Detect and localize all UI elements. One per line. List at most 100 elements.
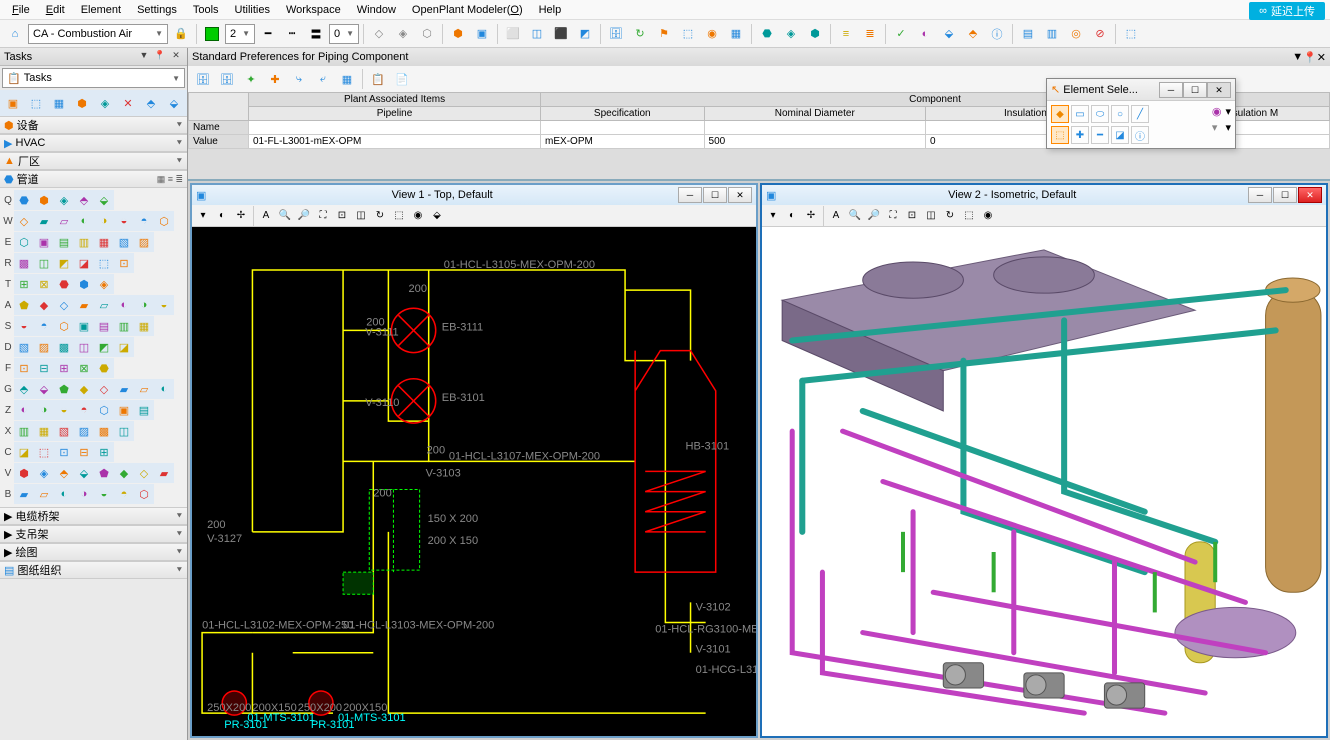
menu-tools[interactable]: Tools: [185, 2, 227, 18]
pref-close-icon[interactable]: ✕: [1317, 51, 1326, 64]
v2t4[interactable]: A: [827, 207, 845, 225]
v2t6[interactable]: 🔎: [865, 207, 883, 225]
palette-item[interactable]: ⬚: [34, 442, 54, 462]
home-icon[interactable]: ⌂: [4, 23, 26, 45]
tb-q[interactable]: ⬙: [938, 23, 960, 45]
v2t5[interactable]: 🔍: [846, 207, 864, 225]
pt2-icon[interactable]: 🗄: [216, 68, 238, 90]
pt6-icon[interactable]: ⤶: [312, 68, 334, 90]
palette-item[interactable]: ⊠: [74, 358, 94, 378]
line-style[interactable]: ━: [257, 23, 279, 45]
palette-item[interactable]: ◆: [34, 295, 54, 315]
tb-b[interactable]: ◈: [392, 23, 414, 45]
palette-item[interactable]: ◒: [154, 295, 174, 315]
palette-item[interactable]: ◫: [114, 421, 134, 441]
acc-cable[interactable]: ▶ 电缆桥架⯆: [0, 507, 187, 525]
palette-item[interactable]: ◩: [94, 337, 114, 357]
tb-r[interactable]: ⬘: [962, 23, 984, 45]
palette-item[interactable]: ▰: [114, 379, 134, 399]
menu-openplant[interactable]: OpenPlant Modeler(O): [404, 2, 531, 18]
view1-titlebar[interactable]: ▣ View 1 - Top, Default ─ ☐ ✕: [192, 185, 756, 205]
color-swatch[interactable]: [201, 23, 223, 45]
cube1-icon[interactable]: ⬜: [502, 23, 524, 45]
v2t10[interactable]: ↻: [941, 207, 959, 225]
palette-item[interactable]: ⊟: [34, 358, 54, 378]
palette-item[interactable]: ⬟: [14, 295, 34, 315]
palette-item[interactable]: ◪: [74, 253, 94, 273]
upload-badge[interactable]: ∞延迟上传: [1249, 2, 1325, 20]
palette-item[interactable]: ▦: [94, 232, 114, 252]
palette-item[interactable]: ◪: [114, 337, 134, 357]
info-icon[interactable]: ⓘ: [986, 23, 1008, 45]
sel-box-icon[interactable]: ▭: [1071, 105, 1089, 123]
palette-item[interactable]: ◐: [14, 400, 34, 420]
cube4-icon[interactable]: ◩: [574, 23, 596, 45]
palette-item[interactable]: ▤: [54, 232, 74, 252]
q7-icon[interactable]: ⬘: [140, 92, 162, 114]
acc-devices[interactable]: ⬢ 设备⯆: [0, 116, 187, 134]
sel-line-icon[interactable]: ⬭: [1091, 105, 1109, 123]
q6-icon[interactable]: ✕: [117, 92, 139, 114]
palette-item[interactable]: ⬡: [154, 211, 174, 231]
tb-m[interactable]: ≡: [835, 23, 857, 45]
element-selection-window[interactable]: ↖ Element Sele... ─ ☐ ✕ ◆ ▭ ⬭ ○ ╱ ⬚ ✚ ━ …: [1046, 78, 1236, 149]
pt9-icon[interactable]: 📄: [391, 68, 413, 90]
palette-item[interactable]: ⬢: [74, 274, 94, 294]
sel-r2-icon[interactable]: ▾: [1212, 121, 1222, 134]
palette-item[interactable]: ◈: [34, 463, 54, 483]
palette-item[interactable]: ◓: [114, 484, 134, 504]
refresh-icon[interactable]: ↻: [629, 23, 651, 45]
sel-toggle-icon[interactable]: ◪: [1111, 126, 1129, 144]
v2t1[interactable]: ▾: [764, 207, 782, 225]
palette-item[interactable]: ▣: [114, 400, 134, 420]
palette-item[interactable]: ⬡: [14, 232, 34, 252]
sel-circle-icon[interactable]: ○: [1111, 105, 1129, 123]
v2t11[interactable]: ⬚: [960, 207, 978, 225]
view1-close[interactable]: ✕: [728, 187, 752, 203]
v1t8[interactable]: ⊡: [333, 207, 351, 225]
tb-o[interactable]: ✓: [890, 23, 912, 45]
line-style2[interactable]: ┅: [281, 23, 303, 45]
tb-c[interactable]: ⬡: [416, 23, 438, 45]
palette-item[interactable]: ▱: [134, 379, 154, 399]
palette-item[interactable]: ▥: [14, 421, 34, 441]
tb-l[interactable]: ⬢: [804, 23, 826, 45]
palette-item[interactable]: ▦: [134, 316, 154, 336]
palette-item[interactable]: ⬙: [34, 379, 54, 399]
palette-item[interactable]: ▱: [54, 211, 74, 231]
v1t2[interactable]: ◐: [213, 207, 231, 225]
palette-item[interactable]: ▤: [134, 400, 154, 420]
v1t11[interactable]: ⬚: [390, 207, 408, 225]
tb-s[interactable]: ▤: [1017, 23, 1039, 45]
palette-item[interactable]: ▧: [54, 421, 74, 441]
palette-item[interactable]: ◐: [74, 211, 94, 231]
palette-item[interactable]: ▥: [114, 316, 134, 336]
sel-info-icon[interactable]: ⓘ: [1131, 126, 1149, 144]
tb-f[interactable]: ⚑: [653, 23, 675, 45]
palette-item[interactable]: ◇: [134, 463, 154, 483]
palette-item[interactable]: ⊞: [14, 274, 34, 294]
palette-item[interactable]: ⬡: [134, 484, 154, 504]
sel-r1-icon[interactable]: ◉: [1212, 105, 1222, 118]
palette-item[interactable]: ⬢: [34, 190, 54, 210]
palette-item[interactable]: ▩: [14, 253, 34, 273]
v2t9[interactable]: ◫: [922, 207, 940, 225]
view1-max[interactable]: ☐: [703, 187, 727, 203]
palette-item[interactable]: ⬣: [14, 190, 34, 210]
palette-item[interactable]: ▰: [74, 295, 94, 315]
palette-item[interactable]: ⬙: [74, 463, 94, 483]
sel-rect-icon[interactable]: ◆: [1051, 105, 1069, 123]
combo-weight[interactable]: 0▼: [329, 24, 359, 44]
tb-n[interactable]: ≣: [859, 23, 881, 45]
v2t7[interactable]: ⛶: [884, 207, 902, 225]
palette-item[interactable]: ◓: [134, 211, 154, 231]
view1-canvas[interactable]: 01-HCL-L3105-MEX-OPM-200 EB-3111 V-3111 …: [192, 227, 756, 736]
v1t1[interactable]: ▾: [194, 207, 212, 225]
line-weight[interactable]: 〓: [305, 23, 327, 45]
db-icon[interactable]: 🗄: [605, 23, 627, 45]
menu-edit[interactable]: Edit: [38, 2, 73, 18]
sel-minus-icon[interactable]: ━: [1091, 126, 1109, 144]
palette-item[interactable]: ▰: [14, 484, 34, 504]
palette-item[interactable]: ◐: [114, 295, 134, 315]
q4-icon[interactable]: ⬢: [71, 92, 93, 114]
